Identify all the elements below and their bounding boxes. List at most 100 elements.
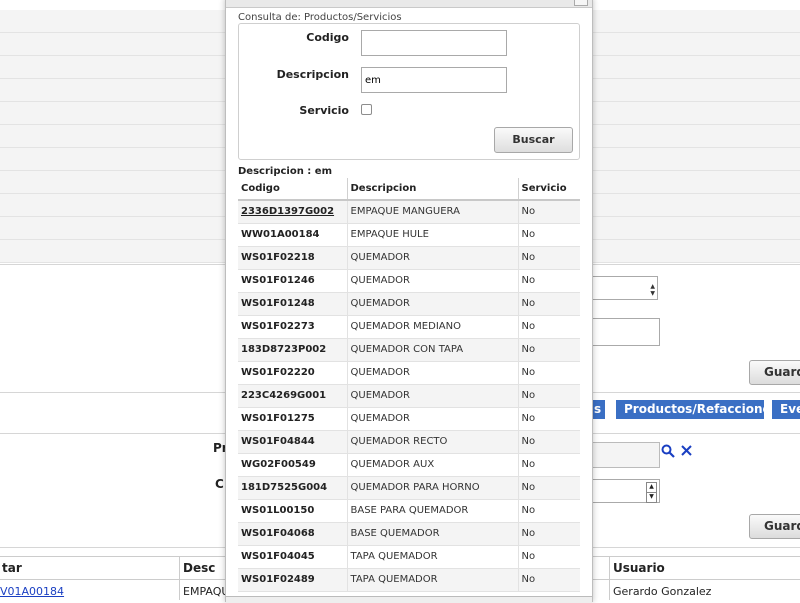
row-codigo[interactable]: WS01F01275 [238, 407, 347, 431]
table-row[interactable]: 223C4269G001 QUEMADOR No [238, 384, 580, 408]
table-row[interactable]: 181D7525G004 QUEMADOR PARA HORNO No [238, 476, 580, 500]
table-row[interactable]: WS01F04068 BASE QUEMADOR No [238, 522, 580, 546]
row-descripcion: QUEMADOR AUX [346, 453, 518, 477]
table-row[interactable]: WS01F02220 QUEMADOR No [238, 361, 580, 385]
row-descripcion: QUEMADOR [346, 292, 518, 316]
results-table: Codigo Descripcion Servicio 2336D1397G00… [238, 178, 580, 592]
product-search-dialog: Consulta de: Productos/Servicios Codigo … [225, 0, 593, 603]
row-codigo[interactable]: WS01F04844 [238, 430, 347, 454]
bg-row-user: Gerardo Gonzalez [613, 585, 712, 598]
descripcion-label: Descripcion [276, 68, 349, 81]
table-row[interactable]: WG02F00549 QUEMADOR AUX No [238, 453, 580, 477]
search-icon[interactable] [661, 444, 675, 458]
row-codigo[interactable]: 223C4269G001 [238, 384, 347, 408]
stepper-down-icon[interactable]: ▼ [646, 492, 657, 503]
row-servicio: No [517, 453, 580, 477]
row-codigo[interactable]: WS01F04045 [238, 545, 347, 569]
divider [609, 556, 610, 600]
row-servicio: No [517, 568, 580, 592]
row-servicio: No [517, 269, 580, 293]
bg-column-header: tar [2, 561, 22, 575]
tab-productos-refacciones[interactable]: Productos/Refacciones [616, 400, 764, 419]
table-row[interactable]: WS01F01275 QUEMADOR No [238, 407, 580, 431]
row-codigo[interactable]: WG02F00549 [238, 453, 347, 477]
row-codigo[interactable]: WS01L00150 [238, 499, 347, 523]
guardar-button[interactable]: Guardar [749, 514, 800, 539]
row-descripcion: QUEMADOR PARA HORNO [346, 476, 518, 500]
row-codigo[interactable]: 181D7525G004 [238, 476, 347, 500]
divider [179, 556, 180, 600]
results-title: Descripcion : em [238, 166, 332, 177]
row-servicio: No [517, 223, 580, 247]
row-servicio: No [517, 545, 580, 569]
row-descripcion: TAPA QUEMADOR [346, 545, 518, 569]
servicio-checkbox[interactable] [361, 104, 372, 115]
bg-column-header: Desc [183, 561, 216, 575]
row-servicio: No [517, 361, 580, 385]
row-servicio: No [517, 430, 580, 454]
row-descripcion: QUEMADOR MEDIANO [346, 315, 518, 339]
cantidad-stepper[interactable]: ▲ ▼ [590, 479, 660, 503]
dialog-subtitle: Consulta de: Productos/Servicios [238, 12, 402, 23]
servicio-label: Servicio [299, 104, 349, 117]
row-servicio: No [517, 476, 580, 500]
table-row[interactable]: 2336D1397G002 EMPAQUE MANGUERA No [238, 200, 580, 224]
bg-column-header: Usuario [613, 561, 665, 575]
table-header-row: Codigo Descripcion Servicio [238, 178, 580, 201]
row-descripcion: BASE QUEMADOR [346, 522, 518, 546]
column-header-descripcion[interactable]: Descripcion [346, 178, 518, 201]
row-descripcion: QUEMADOR [346, 361, 518, 385]
row-codigo[interactable]: WW01A00184 [238, 223, 347, 247]
row-descripcion: QUEMADOR [346, 246, 518, 270]
row-codigo[interactable]: WS01F01246 [238, 269, 347, 293]
bg-row-desc: EMPAQU [183, 585, 230, 598]
bg-textarea[interactable] [590, 318, 660, 346]
row-servicio: No [517, 200, 580, 224]
tab-partial[interactable]: s [592, 400, 605, 419]
row-servicio: No [517, 499, 580, 523]
row-codigo[interactable]: WS01F01248 [238, 292, 347, 316]
row-descripcion: QUEMADOR CON TAPA [346, 338, 518, 362]
row-descripcion: TAPA QUEMADOR [346, 568, 518, 592]
table-row[interactable]: WS01F04844 QUEMADOR RECTO No [238, 430, 580, 454]
table-row[interactable]: WS01L00150 BASE PARA QUEMADOR No [238, 499, 580, 523]
codigo-label: Codigo [306, 31, 349, 44]
guardar-button[interactable]: Guardar [749, 360, 800, 385]
column-header-codigo[interactable]: Codigo [238, 178, 347, 201]
producto-input[interactable] [590, 442, 660, 468]
codigo-input[interactable] [361, 30, 507, 56]
row-servicio: No [517, 407, 580, 431]
clear-icon[interactable] [681, 445, 692, 456]
bg-row-code-link[interactable]: V01A00184 [0, 585, 64, 598]
cantidad-label: C [215, 477, 224, 491]
row-codigo[interactable]: 2336D1397G002 [238, 200, 347, 224]
bg-select[interactable]: ▲ ▼ [590, 276, 658, 300]
row-servicio: No [517, 384, 580, 408]
row-codigo[interactable]: WS01F02218 [238, 246, 347, 270]
search-form: Codigo Descripcion Servicio Buscar [238, 23, 580, 160]
table-row[interactable]: WS01F02218 QUEMADOR No [238, 246, 580, 270]
row-servicio: No [517, 522, 580, 546]
row-codigo[interactable]: 183D8723P002 [238, 338, 347, 362]
row-codigo[interactable]: WS01F02273 [238, 315, 347, 339]
row-descripcion: QUEMADOR RECTO [346, 430, 518, 454]
table-row[interactable]: WS01F02273 QUEMADOR MEDIANO No [238, 315, 580, 339]
table-row[interactable]: WS01F02489 TAPA QUEMADOR No [238, 568, 580, 592]
row-descripcion: EMPAQUE HULE [346, 223, 518, 247]
row-codigo[interactable]: WS01F02489 [238, 568, 347, 592]
table-row[interactable]: WS01F01246 QUEMADOR No [238, 269, 580, 293]
table-row[interactable]: WS01F04045 TAPA QUEMADOR No [238, 545, 580, 569]
row-servicio: No [517, 315, 580, 339]
table-row[interactable]: WW01A00184 EMPAQUE HULE No [238, 223, 580, 247]
row-codigo[interactable]: WS01F02220 [238, 361, 347, 385]
table-row[interactable]: WS01F01248 QUEMADOR No [238, 292, 580, 316]
column-header-servicio[interactable]: Servicio [517, 178, 580, 201]
row-descripcion: BASE PARA QUEMADOR [346, 499, 518, 523]
buscar-button[interactable]: Buscar [494, 127, 573, 153]
row-descripcion: QUEMADOR [346, 269, 518, 293]
table-row[interactable]: 183D8723P002 QUEMADOR CON TAPA No [238, 338, 580, 362]
row-codigo[interactable]: WS01F04068 [238, 522, 347, 546]
tab-eventos[interactable]: Eve [772, 400, 800, 419]
descripcion-input[interactable] [361, 67, 507, 93]
close-icon[interactable] [574, 0, 588, 6]
